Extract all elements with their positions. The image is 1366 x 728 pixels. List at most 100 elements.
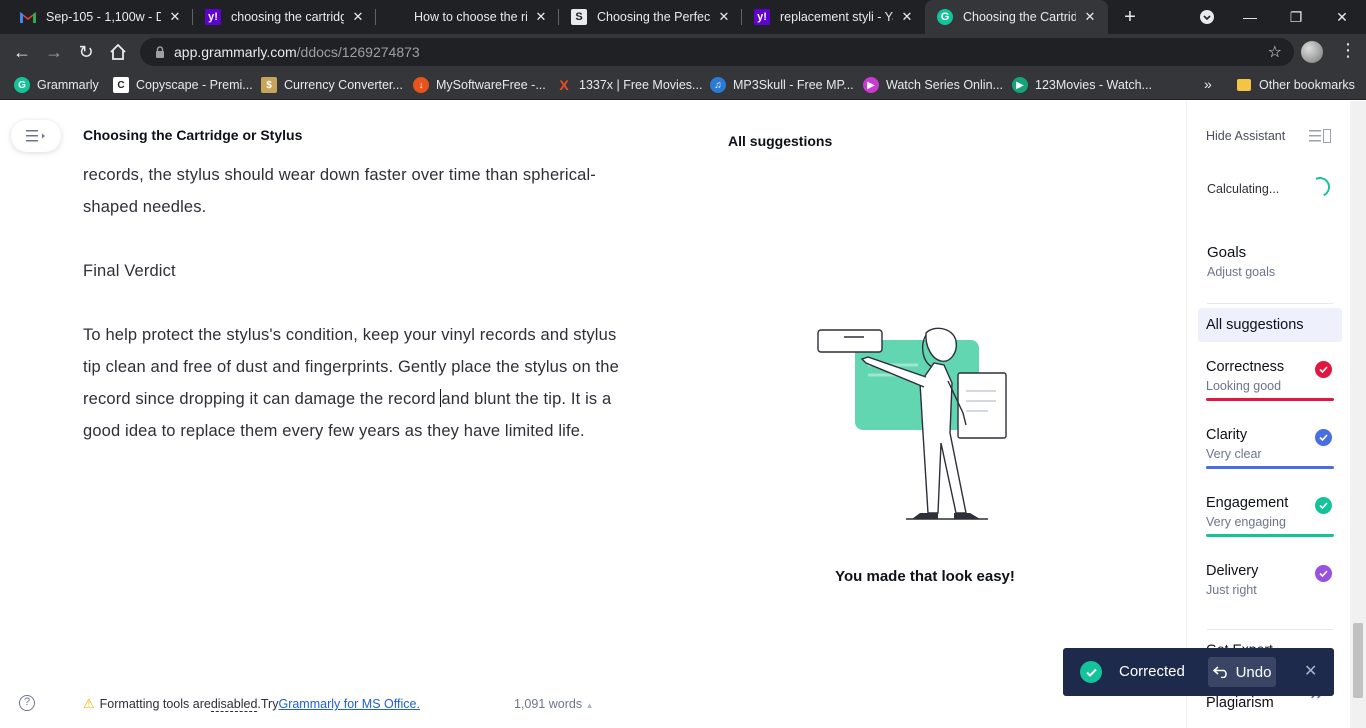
close-tab-icon[interactable]: ✕ — [350, 9, 366, 25]
formatting-notice: ⚠ Formatting tools are disabled .Try Gra… — [83, 696, 420, 712]
paragraph: records, the stylus should wear down fas… — [83, 166, 596, 216]
headphones-icon: ♫ — [710, 77, 726, 93]
undo-button[interactable]: Undo — [1208, 657, 1276, 687]
lock-icon — [156, 46, 164, 58]
close-tab-icon[interactable]: ✕ — [899, 9, 915, 25]
bookmark-mp3skull[interactable]: ♫ MP3Skull - Free MP... — [710, 76, 854, 94]
hide-assistant-button[interactable]: Hide Assistant — [1206, 129, 1285, 143]
bookmarks-bar: G Grammarly C Copyscape - Premi... $ Cur… — [0, 70, 1366, 100]
undo-icon — [1212, 666, 1227, 678]
loading-spinner-icon — [1307, 174, 1333, 200]
other-bookmarks-folder[interactable]: Other bookmarks — [1237, 76, 1355, 94]
check-icon — [1315, 565, 1332, 582]
close-tab-icon[interactable]: ✕ — [167, 9, 183, 25]
score-bar — [1206, 398, 1334, 401]
adjust-goals-link[interactable]: Adjust goals — [1207, 265, 1275, 279]
bookmark-123movies[interactable]: ▶ 123Movies - Watch... — [1012, 76, 1152, 94]
category-clarity[interactable]: Clarity Very clear — [1206, 427, 1336, 481]
scrollbar-thumb[interactable] — [1353, 623, 1363, 698]
help-icon[interactable]: ? — [19, 695, 35, 711]
browser-tab-strip: Sep-105 - 1,100w - Do ✕ y! choosing the … — [0, 0, 1366, 34]
person-pointing-illustration — [817, 327, 1007, 520]
warning-icon: ⚠ — [83, 696, 95, 711]
tab-choosing-perfect[interactable]: S Choosing the Perfect T ✕ — [559, 0, 742, 34]
tab-grammarly-active[interactable]: G Choosing the Cartridg ✕ — [925, 0, 1108, 34]
bookmark-currency[interactable]: $ Currency Converter... — [261, 76, 403, 94]
grammarly-editor-page: Choosing the Cartridge or Stylus records… — [0, 101, 1366, 728]
check-icon — [1315, 429, 1332, 446]
bookmarks-overflow-button[interactable]: » — [1204, 76, 1212, 92]
document-editor[interactable]: records, the stylus should wear down fas… — [83, 159, 628, 479]
profile-avatar[interactable] — [1301, 41, 1323, 63]
heading-final-verdict: Final Verdict — [83, 262, 176, 280]
category-engagement[interactable]: Engagement Very engaging — [1206, 495, 1336, 549]
bookmark-watch-series[interactable]: ▶ Watch Series Onlin... — [863, 76, 1003, 94]
check-circle-icon — [1080, 661, 1102, 683]
assistant-sidebar: Hide Assistant Calculating... Goals Adju… — [1186, 101, 1348, 728]
caret-up-icon: ▲ — [585, 701, 594, 710]
restore-button[interactable]: ❐ — [1274, 0, 1318, 34]
check-icon — [1315, 497, 1332, 514]
toast-message: Corrected — [1119, 663, 1185, 680]
score-bar — [1206, 466, 1334, 469]
hamburger-menu-icon — [26, 130, 45, 142]
close-window-button[interactable]: ✕ — [1320, 0, 1364, 34]
download-icon: ↓ — [413, 77, 429, 93]
check-icon — [1315, 361, 1332, 378]
grammarly-icon: G — [14, 77, 30, 93]
browser-toolbar: ← → ↻ app.grammarly.com/ddocs/1269274873… — [0, 34, 1366, 70]
tab-how-to-choose[interactable]: How to choose the rig ✕ — [376, 0, 559, 34]
bookmark-1337x[interactable]: X 1337x | Free Movies... — [556, 76, 702, 94]
s-icon: S — [571, 9, 587, 25]
category-correctness[interactable]: Correctness Looking good — [1206, 359, 1336, 413]
document-title[interactable]: Choosing the Cartridge or Stylus — [83, 127, 302, 143]
chevron-down-icon — [1200, 10, 1214, 24]
word-count[interactable]: 1,091 words ▲ — [514, 697, 594, 711]
bookmark-copyscape[interactable]: C Copyscape - Premi... — [113, 76, 253, 94]
home-button[interactable] — [106, 40, 130, 64]
tab-search-button[interactable] — [1185, 0, 1229, 34]
new-tab-button[interactable]: + — [1119, 6, 1141, 28]
all-suggestions-tab[interactable]: All suggestions — [1198, 308, 1342, 342]
gmail-icon — [20, 9, 36, 25]
paragraph: To help protect the stylus's condition, … — [83, 326, 619, 440]
x-icon: X — [559, 77, 569, 93]
page-scrollbar[interactable] — [1350, 101, 1366, 728]
category-delivery[interactable]: Delivery Just right — [1206, 563, 1336, 617]
minimize-button[interactable]: — — [1228, 0, 1272, 34]
close-tab-icon[interactable]: ✕ — [533, 9, 549, 25]
plagiarism-button[interactable]: Plagiarism — [1206, 695, 1274, 711]
score-calculating: Calculating... — [1207, 182, 1280, 196]
panel-toggle-icon[interactable] — [1309, 129, 1331, 143]
close-tab-icon[interactable]: ✕ — [716, 9, 732, 25]
goals-section[interactable]: Goals Adjust goals — [1207, 244, 1275, 279]
grammarly-icon: G — [937, 9, 953, 25]
yahoo-icon: y! — [205, 9, 221, 25]
close-tab-icon[interactable]: ✕ — [1082, 9, 1098, 25]
tab-gmail[interactable]: Sep-105 - 1,100w - Do ✕ — [8, 0, 193, 34]
bookmark-grammarly[interactable]: G Grammarly — [14, 76, 99, 94]
tab-yahoo-cartridge[interactable]: y! choosing the cartridge ✕ — [193, 0, 376, 34]
copyscape-icon: C — [113, 77, 129, 93]
browser-menu-icon[interactable]: ⋮ — [1339, 40, 1357, 61]
tab-replacement-styli[interactable]: y! replacement styli - Yah ✕ — [742, 0, 925, 34]
suggestions-heading: All suggestions — [728, 133, 833, 149]
score-bar — [1206, 534, 1334, 537]
back-button[interactable]: ← — [10, 40, 34, 64]
reload-button[interactable]: ↻ — [74, 40, 98, 64]
close-toast-icon[interactable]: ✕ — [1304, 661, 1317, 681]
empty-state-message: You made that look easy! — [835, 568, 1015, 585]
home-icon — [110, 43, 126, 60]
play-circle-icon: ▶ — [1012, 77, 1028, 93]
menu-button[interactable] — [11, 120, 61, 152]
play-icon: ▶ — [863, 77, 879, 93]
bookmark-mysoftwarefree[interactable]: ↓ MySoftwareFree -... — [413, 76, 546, 94]
blank-page-icon — [388, 9, 404, 25]
address-bar[interactable]: app.grammarly.com/ddocs/1269274873 ☆ — [140, 38, 1294, 66]
bookmark-star-icon[interactable]: ☆ — [1268, 42, 1282, 62]
forward-button[interactable]: → — [42, 40, 66, 64]
corrected-toast: Corrected Undo ✕ — [1063, 648, 1334, 696]
grammarly-ms-office-link[interactable]: Grammarly for MS Office. — [278, 697, 419, 711]
currency-icon: $ — [261, 77, 277, 93]
yahoo-icon: y! — [754, 9, 770, 25]
